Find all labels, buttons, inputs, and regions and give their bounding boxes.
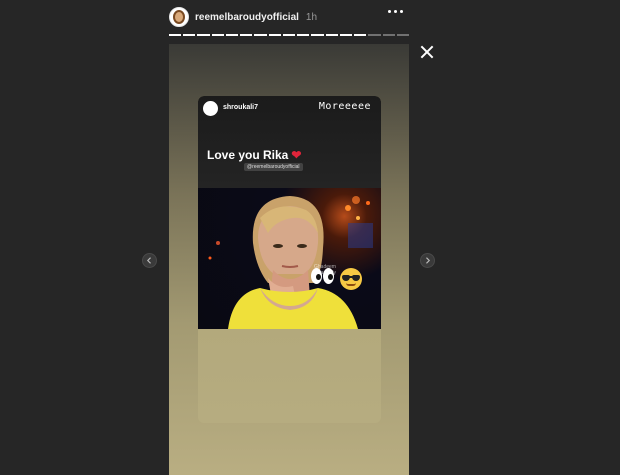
progress-segment <box>240 34 253 36</box>
shared-story-card[interactable]: shroukali7 Moreeeee Love you Rika ❤ @reem… <box>198 96 381 423</box>
shared-card-footer <box>198 329 381 423</box>
progress-segment <box>325 34 338 36</box>
progress-segment <box>268 34 281 36</box>
text-sticker: Moreeeee <box>318 101 371 112</box>
progress-segment <box>382 34 395 36</box>
woman-portrait-image <box>208 196 373 329</box>
progress-segment <box>183 34 196 36</box>
avatar[interactable] <box>169 7 189 27</box>
progress-segment <box>254 34 267 36</box>
progress-segment <box>197 34 210 36</box>
progress-segment <box>311 34 324 36</box>
chevron-left-icon[interactable] <box>142 253 157 268</box>
chevron-right-icon[interactable] <box>420 253 435 268</box>
story-photo: Ghadeemelbaroudy <box>198 188 381 329</box>
progress-segment <box>354 34 367 36</box>
story-caption: Love you Rika ❤ <box>207 148 301 162</box>
mention-sticker[interactable]: @reemelbaroudyofficial <box>244 163 303 171</box>
progress-segment <box>396 34 409 36</box>
sunglasses-emoji <box>340 268 362 290</box>
progress-segment <box>297 34 310 36</box>
progress-segment <box>225 34 239 36</box>
story-progress-bar <box>169 34 409 36</box>
avatar-image <box>173 10 185 24</box>
progress-segment <box>282 34 296 36</box>
heart-icon: ❤ <box>291 148 302 162</box>
progress-segment <box>368 34 381 36</box>
shared-user-avatar[interactable] <box>203 101 218 116</box>
progress-segment <box>169 34 182 36</box>
shared-username[interactable]: shroukali7 <box>223 104 258 111</box>
progress-segment <box>211 34 224 36</box>
caption-text: Love you Rika <box>207 148 289 162</box>
close-icon[interactable] <box>420 45 434 59</box>
more-options-icon[interactable] <box>388 10 403 13</box>
eyes-emoji <box>311 268 334 284</box>
story-username[interactable]: reemelbaroudyofficial <box>195 12 299 23</box>
progress-segment <box>339 34 353 36</box>
story-header: reemelbaroudyofficial 1h <box>169 6 409 28</box>
story-timestamp: 1h <box>305 11 318 23</box>
